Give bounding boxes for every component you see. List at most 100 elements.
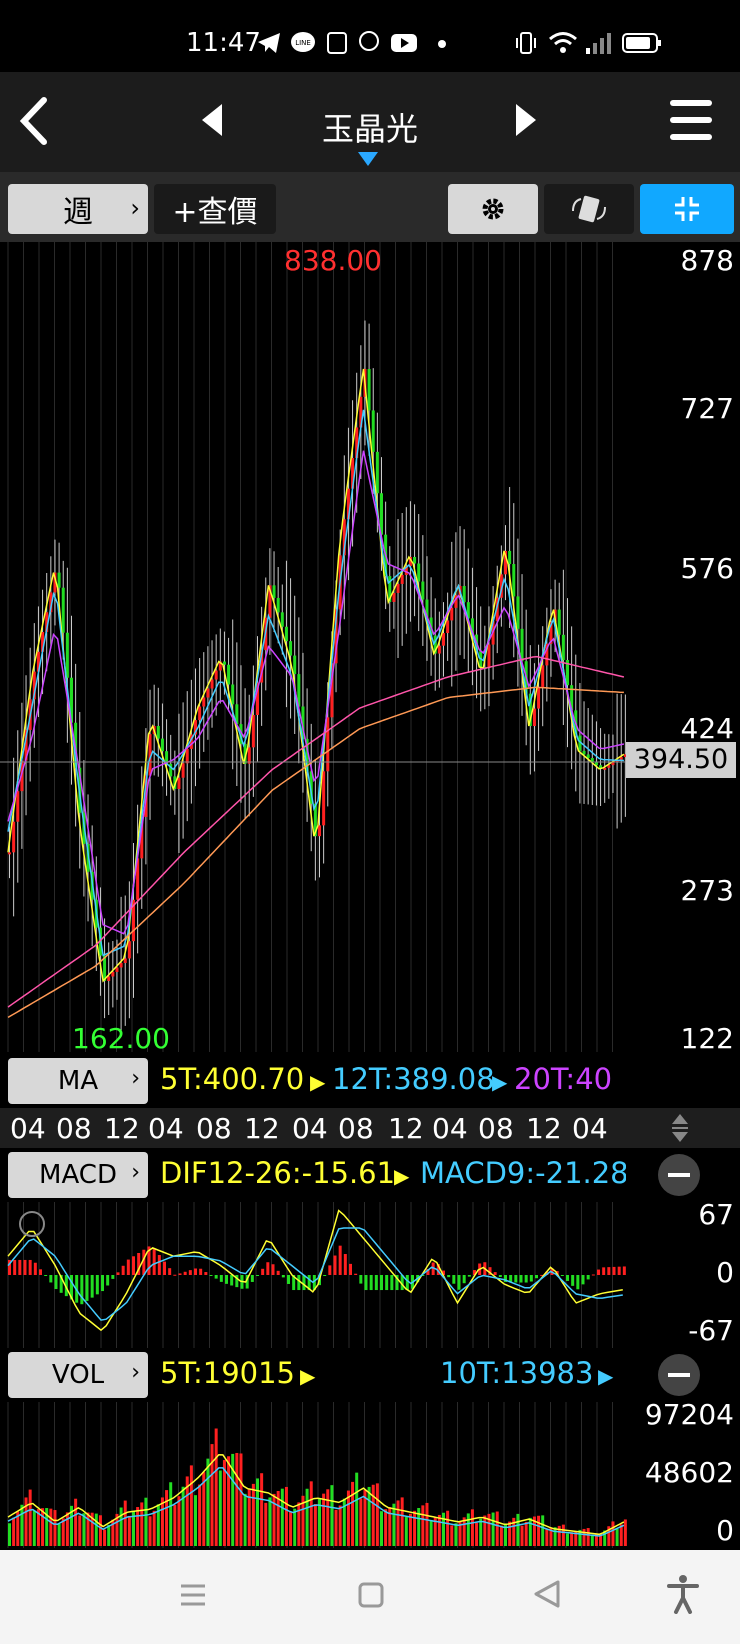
price-chart[interactable] <box>0 242 740 1052</box>
macd-histogram-bar <box>287 1275 290 1284</box>
macd-button[interactable]: MACD › <box>8 1152 148 1198</box>
volume-bar <box>194 1495 197 1546</box>
macd-histogram-bar <box>168 1268 172 1275</box>
volume-bar <box>152 1510 156 1546</box>
volume-bar <box>421 1505 425 1546</box>
volume-bar <box>326 1489 330 1546</box>
volume-bar <box>53 1510 57 1546</box>
volume-bar <box>169 1482 173 1546</box>
volume-bar <box>384 1509 388 1546</box>
macd-histogram-bar <box>281 1275 285 1278</box>
next-triangle-icon[interactable] <box>514 102 538 138</box>
hamburger-icon[interactable] <box>668 98 714 142</box>
candle <box>210 679 214 689</box>
vol5-value: 5T:19015 <box>160 1356 296 1390</box>
candle <box>367 369 371 411</box>
period-label: 週 <box>63 195 93 230</box>
candle <box>272 585 276 598</box>
macd-histogram-bar <box>535 1275 538 1279</box>
volume-bar <box>611 1521 615 1546</box>
rotate-button[interactable] <box>544 184 634 234</box>
volume-bar <box>305 1488 309 1546</box>
volume-bar <box>491 1512 495 1546</box>
candle <box>231 684 235 705</box>
volume-bar <box>20 1504 24 1546</box>
macd-histogram-bar <box>302 1275 306 1291</box>
macd-histogram-bar <box>230 1275 234 1286</box>
candle <box>160 738 164 752</box>
collapse-button[interactable] <box>640 184 734 234</box>
macd-histogram-bar <box>566 1275 569 1281</box>
accessibility-icon[interactable] <box>666 1574 700 1614</box>
vol-button[interactable]: VOL › <box>8 1352 148 1398</box>
ma-button[interactable]: MA › <box>8 1058 148 1104</box>
macd-histogram-bar <box>354 1273 358 1275</box>
volume-chart[interactable] <box>0 1402 740 1548</box>
vol-indicator-row: VOL › 5T:19015 ▶ 10T:13983 ▶ <box>0 1348 740 1402</box>
volume-bar <box>227 1456 231 1546</box>
ma12-value: 12T:389.08 <box>332 1062 495 1096</box>
candle <box>111 971 115 977</box>
volume-bar <box>160 1497 164 1546</box>
candle <box>512 564 516 597</box>
macd-histogram-bar <box>95 1275 99 1295</box>
add-quote-button[interactable]: +查價 <box>154 184 276 234</box>
back-nav-icon[interactable] <box>532 1578 562 1610</box>
volume-bar <box>566 1533 569 1546</box>
macd-histogram-bar <box>597 1269 600 1275</box>
volume-bar <box>537 1515 541 1546</box>
volume-bar <box>127 1515 131 1546</box>
volume-bar <box>272 1493 276 1546</box>
remove-vol-button[interactable] <box>658 1354 700 1396</box>
dot-icon <box>438 40 446 48</box>
macd-histogram-bar <box>101 1275 104 1292</box>
volume-bar <box>425 1502 429 1546</box>
macd-histogram-bar <box>405 1275 409 1291</box>
macd-indicator-row: MACD › DIF12-26:-15.61 ▶ MACD9:-21.28 <box>0 1148 740 1202</box>
chevron-right-icon: › <box>131 1066 140 1091</box>
gear-icon <box>482 198 504 220</box>
macd-histogram-bar <box>622 1266 626 1275</box>
volume-bar <box>322 1493 326 1546</box>
macd-histogram-bar <box>121 1265 125 1275</box>
period-selector-button[interactable]: 週 › <box>8 184 148 234</box>
flag-icon: ▶ <box>300 1364 316 1388</box>
volume-bar <box>367 1486 371 1546</box>
candle <box>65 632 69 678</box>
candle <box>16 791 20 822</box>
volume-bar <box>346 1490 350 1546</box>
high-price-label: 838.00 <box>284 244 382 277</box>
volume-bar <box>351 1481 355 1546</box>
recent-apps-icon[interactable] <box>178 1580 208 1610</box>
volume-bar <box>508 1521 512 1546</box>
volume-bar <box>189 1465 193 1546</box>
macd-chart[interactable] <box>0 1202 740 1348</box>
home-icon[interactable] <box>356 1580 386 1610</box>
macd-histogram-bar <box>524 1275 528 1283</box>
volume-bar <box>12 1517 16 1546</box>
candle <box>375 451 379 494</box>
status-bar: 11:47 LINE <box>0 0 740 72</box>
candle <box>206 688 210 698</box>
resize-handle-icon[interactable] <box>670 1112 690 1144</box>
macd-histogram-bar <box>617 1266 621 1275</box>
settings-button[interactable] <box>448 184 538 234</box>
price-axis-label: 878 <box>680 244 734 277</box>
stock-title[interactable]: 玉晶光 <box>0 104 740 150</box>
macd-histogram-bar <box>256 1275 259 1276</box>
candle <box>541 665 545 687</box>
remove-macd-button[interactable] <box>658 1154 700 1196</box>
candle <box>371 410 375 452</box>
macd-histogram-bar <box>529 1275 533 1282</box>
time-tick: 12 <box>526 1112 562 1145</box>
volume-bar <box>446 1510 450 1546</box>
telegram-icon <box>258 33 280 53</box>
volume-bar <box>297 1502 301 1546</box>
macd-histogram-bar <box>90 1275 94 1298</box>
macd-histogram-bar <box>349 1263 352 1275</box>
macd-histogram-bar <box>44 1275 48 1276</box>
volume-bar <box>437 1514 441 1546</box>
volume-bar <box>173 1504 177 1546</box>
volume-bar <box>408 1513 412 1546</box>
volume-bar <box>78 1515 82 1546</box>
